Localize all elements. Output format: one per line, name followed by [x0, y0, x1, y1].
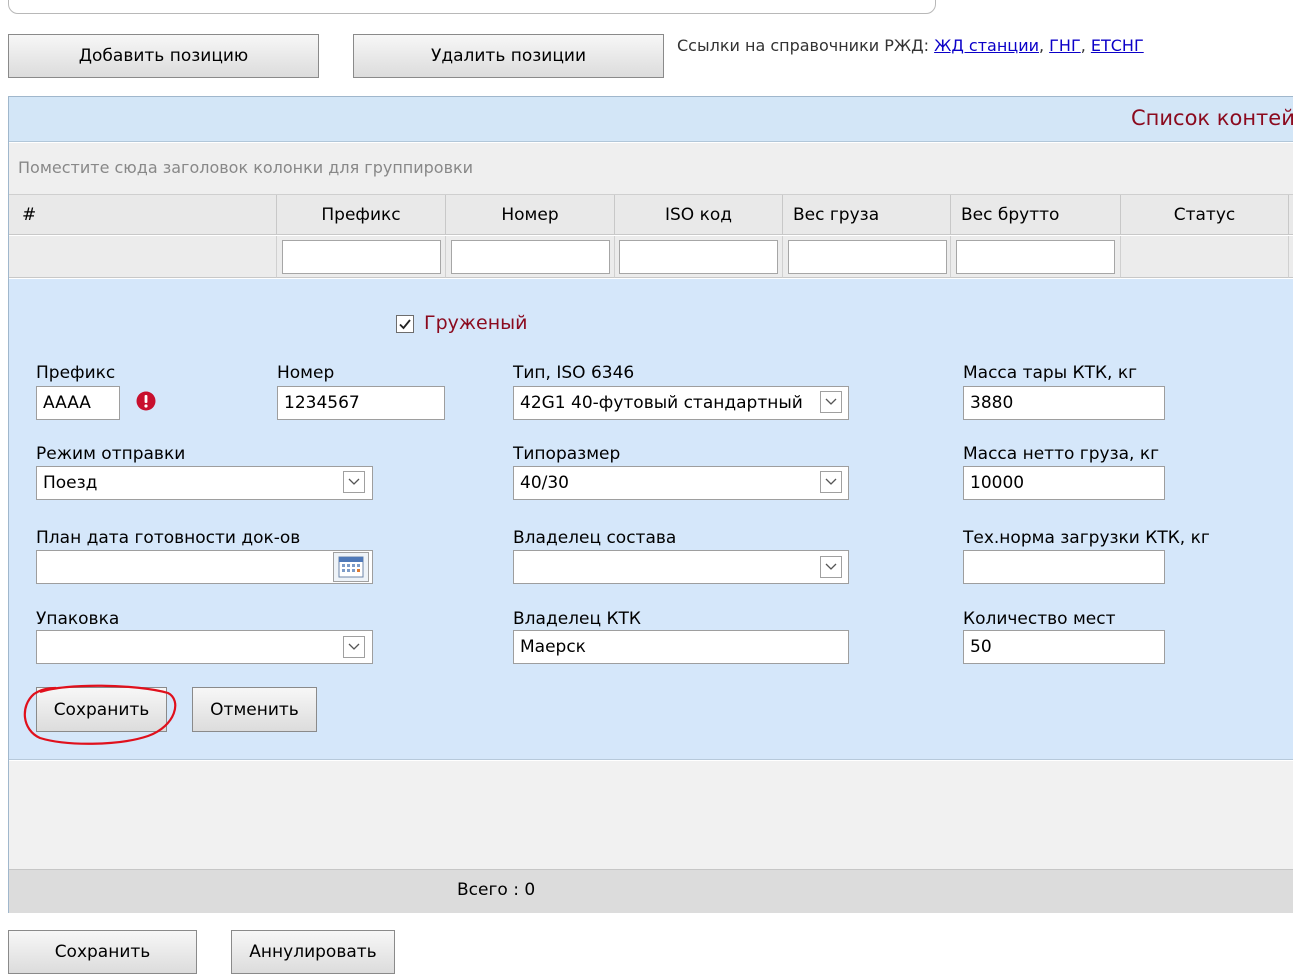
column-header-status[interactable]: Статус [1121, 195, 1289, 235]
prefix-label: Префикс [36, 363, 116, 383]
chevron-down-icon[interactable] [820, 391, 842, 413]
form-cancel-button[interactable]: Отменить [192, 687, 317, 732]
filter-number-input[interactable] [451, 240, 610, 274]
column-header-gross-weight[interactable]: Вес брутто [951, 195, 1121, 235]
loaded-checkbox[interactable] [396, 315, 414, 333]
error-icon [136, 391, 156, 411]
places-count-input[interactable]: 50 [963, 630, 1165, 664]
filter-cell-status [1121, 236, 1289, 278]
send-mode-label: Режим отправки [36, 444, 186, 464]
chevron-down-icon[interactable] [343, 471, 365, 493]
prefix-input[interactable]: AAAA [36, 386, 120, 420]
train-owner-label: Владелец состава [513, 528, 677, 548]
add-position-button[interactable]: Добавить позицию [8, 34, 319, 78]
size-type-label: Типоразмер [513, 444, 621, 464]
size-type-select[interactable]: 40/30 [513, 466, 849, 500]
chevron-down-icon[interactable] [820, 471, 842, 493]
tech-norm-input[interactable] [963, 550, 1165, 584]
grid-title: Список контей [1131, 106, 1293, 130]
column-header-number[interactable]: Номер [446, 195, 615, 235]
filter-cell-index [9, 236, 277, 278]
filter-prefix-input[interactable] [282, 240, 441, 274]
filter-cargo-weight-input[interactable] [788, 240, 947, 274]
iso-type-select[interactable]: 42G1 40-футовый стандартный [513, 386, 849, 420]
column-header-index[interactable]: # [9, 195, 277, 235]
group-by-panel[interactable]: Поместите сюда заголовок колонки для гру… [9, 143, 1293, 195]
filter-iso-input[interactable] [619, 240, 778, 274]
delete-positions-button[interactable]: Удалить позиции [353, 34, 664, 78]
grid-empty-area [9, 761, 1293, 869]
link-gng[interactable]: ГНГ [1049, 36, 1081, 55]
plan-date-input[interactable] [36, 550, 373, 584]
top-panel-edge [8, 0, 936, 14]
column-header-cargo-weight[interactable]: Вес груза [783, 195, 951, 235]
send-mode-select[interactable]: Поезд [36, 466, 373, 500]
link-rail-stations[interactable]: ЖД станции [934, 36, 1039, 55]
column-header-iso[interactable]: ISO код [615, 195, 783, 235]
size-type-value: 40/30 [520, 473, 569, 493]
loaded-checkbox-label: Груженый [424, 312, 528, 334]
number-input[interactable]: 1234567 [277, 386, 445, 420]
net-mass-label: Масса нетто груза, кг [963, 444, 1160, 464]
column-header-prefix[interactable]: Префикс [277, 195, 446, 235]
tare-mass-label: Масса тары КТК, кг [963, 363, 1138, 383]
column-header-overflow [1289, 195, 1293, 235]
train-owner-select[interactable] [513, 550, 849, 584]
number-label: Номер [277, 363, 335, 383]
total-count: Всего : 0 [457, 880, 536, 900]
check-icon [399, 319, 411, 330]
packaging-select[interactable] [36, 630, 373, 664]
grid-title-bar: Список контей [9, 97, 1293, 142]
bottom-save-button[interactable]: Сохранить [8, 930, 197, 974]
rzd-links: Ссылки на справочники РЖД: ЖД станции, Г… [677, 36, 1144, 55]
grid-footer: Всего : 0 [9, 869, 1293, 913]
form-save-button[interactable]: Сохранить [36, 687, 167, 732]
link-etsng[interactable]: ЕТСНГ [1091, 36, 1144, 55]
plan-date-label: План дата готовности док-ов [36, 528, 301, 548]
annul-button[interactable]: Аннулировать [231, 930, 395, 974]
ktk-owner-input[interactable]: Маерск [513, 630, 849, 664]
calendar-icon[interactable] [333, 552, 369, 582]
ktk-owner-label: Владелец КТК [513, 609, 641, 629]
packaging-label: Упаковка [36, 609, 120, 629]
filter-cell-overflow [1289, 236, 1293, 278]
rzd-links-label: Ссылки на справочники РЖД: [677, 36, 929, 55]
iso-type-value: 42G1 40-футовый стандартный [520, 393, 803, 413]
places-count-label: Количество мест [963, 609, 1116, 629]
iso-type-label: Тип, ISO 6346 [513, 363, 635, 383]
chevron-down-icon[interactable] [820, 556, 842, 578]
tare-mass-input[interactable]: 3880 [963, 386, 1165, 420]
filter-gross-weight-input[interactable] [956, 240, 1115, 274]
net-mass-input[interactable]: 10000 [963, 466, 1165, 500]
chevron-down-icon[interactable] [343, 636, 365, 658]
send-mode-value: Поезд [43, 473, 98, 493]
group-hint: Поместите сюда заголовок колонки для гру… [18, 158, 474, 177]
tech-norm-label: Тех.норма загрузки КТК, кг [963, 528, 1210, 548]
